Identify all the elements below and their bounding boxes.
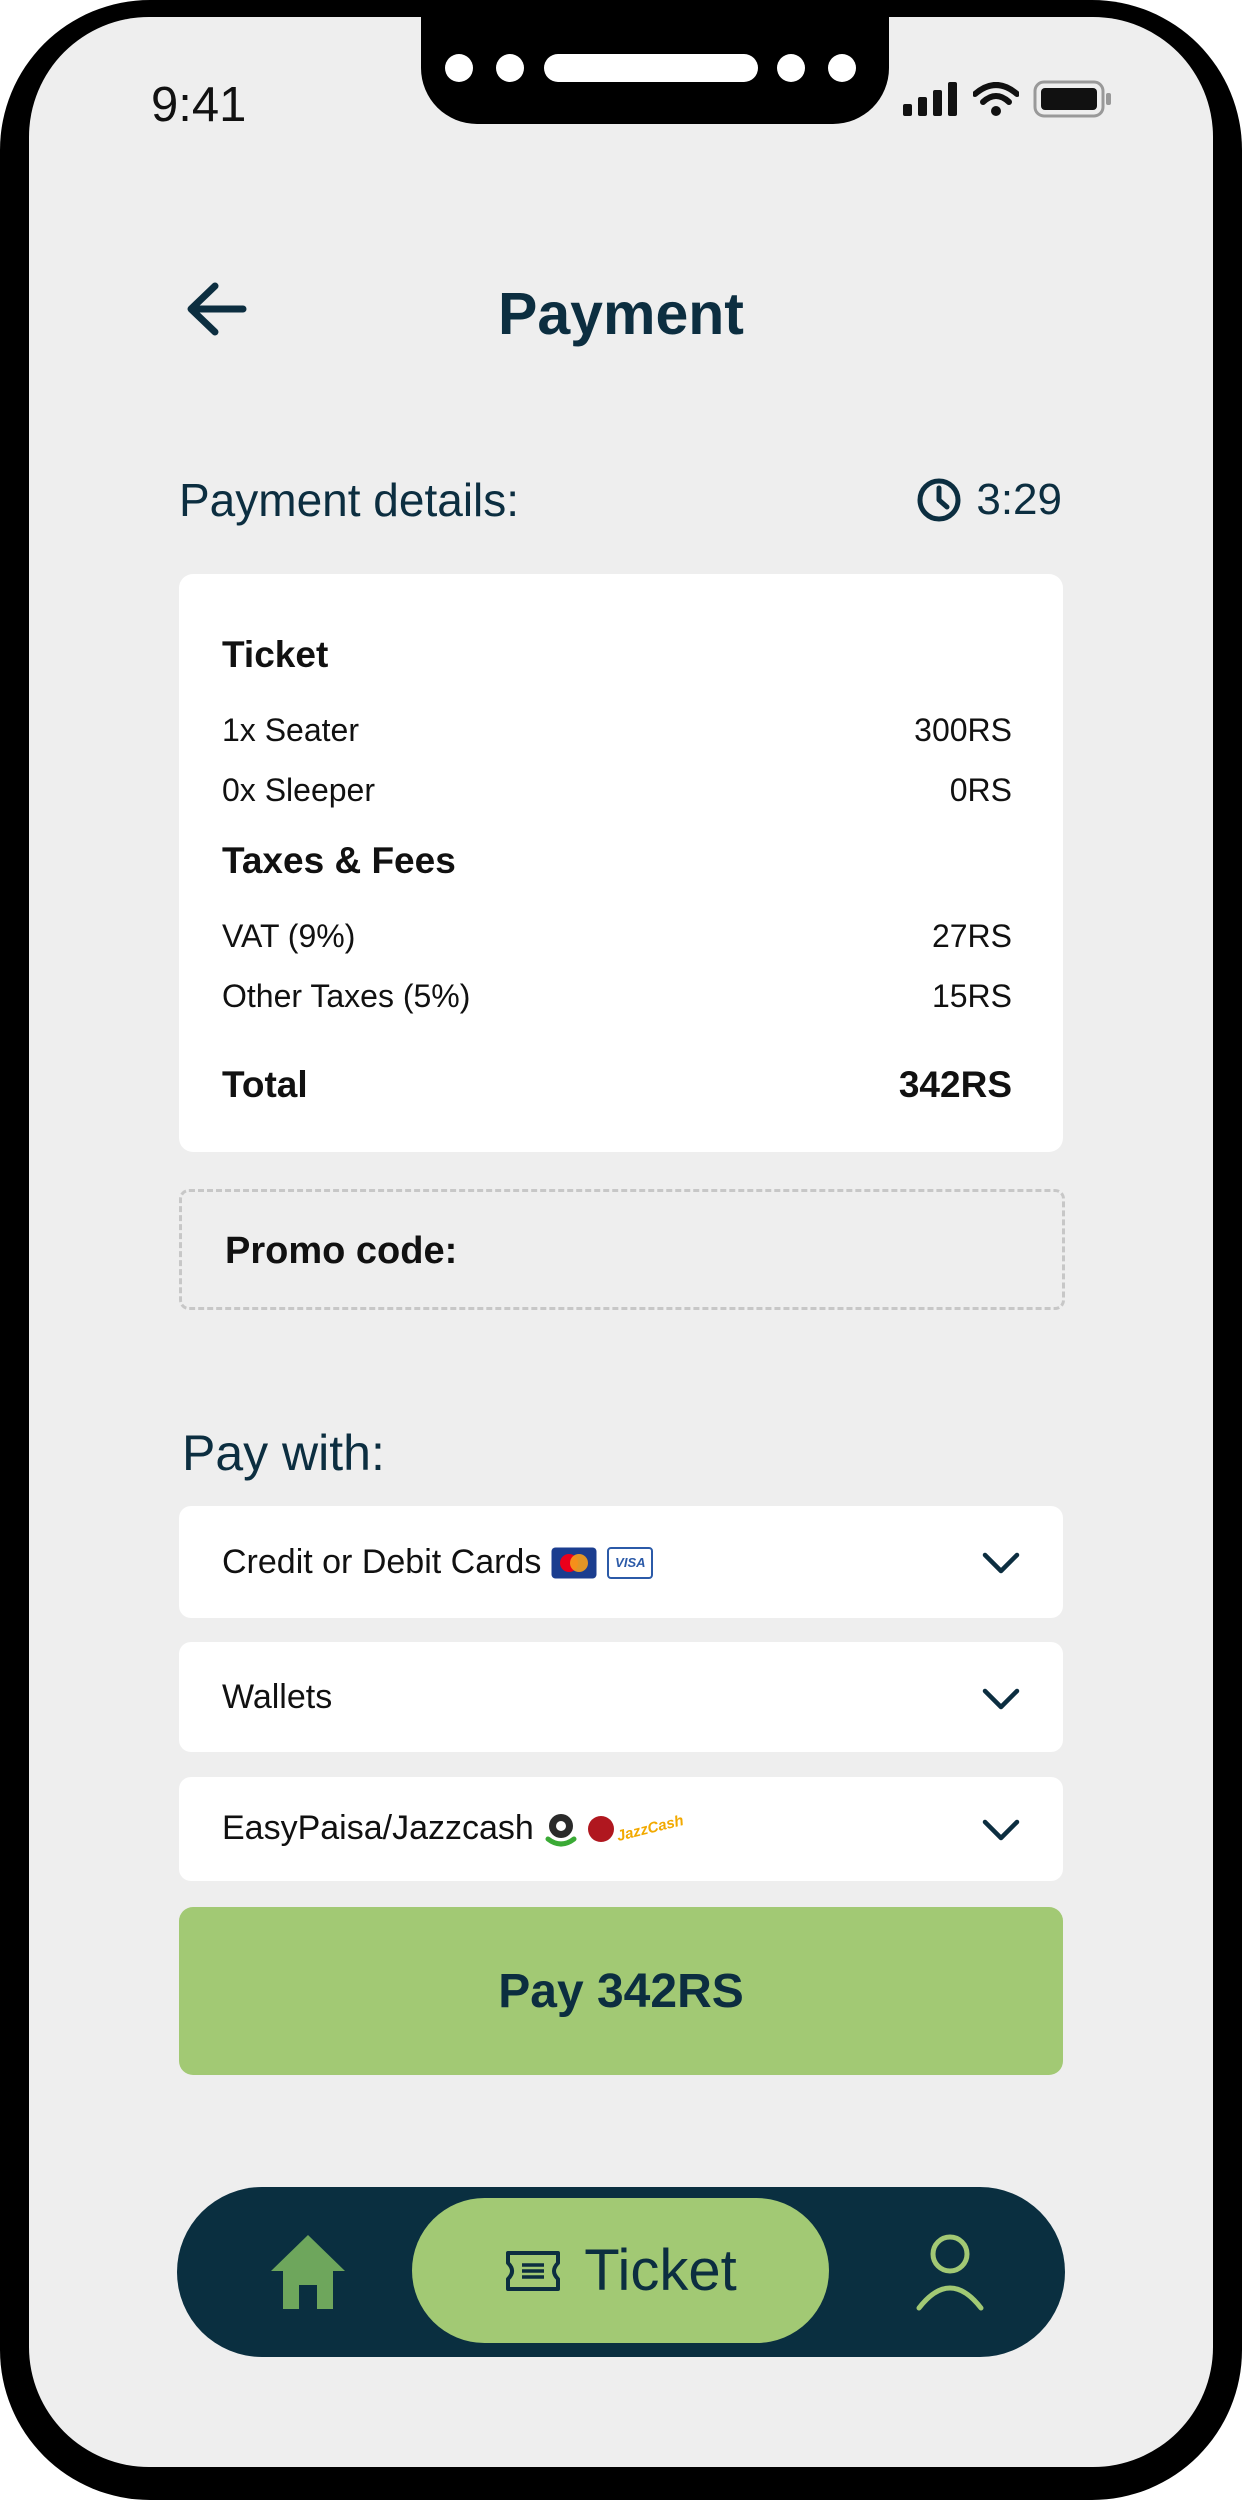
signal-icon: [903, 82, 957, 116]
notch: [421, 17, 889, 124]
jazzcash-logo-mark: [587, 1815, 614, 1842]
bottom-navigation: Ticket: [177, 2187, 1065, 2357]
summary-row-label: Other Taxes (5%): [222, 978, 471, 1014]
notch-dot: [777, 54, 805, 82]
countdown-timer: 3:29: [916, 475, 1062, 525]
summary-row-label: 1x Seater: [222, 712, 359, 748]
payment-method-wallets[interactable]: Wallets: [179, 1642, 1063, 1752]
nav-tab-ticket-label: Ticket: [584, 2238, 737, 2303]
jazzcash-icon: JazzCash: [587, 1812, 685, 1845]
easypaisa-icon: [545, 1813, 577, 1846]
pay-button[interactable]: Pay 342RS: [179, 1907, 1063, 2075]
ticket-icon: [506, 2250, 561, 2291]
screen: 9:41 Payment Payment details: 3:29 Ticke…: [29, 17, 1213, 2467]
home-icon[interactable]: [267, 2231, 349, 2313]
battery-icon: [1033, 80, 1111, 118]
promo-code-field[interactable]: Promo code:: [179, 1189, 1065, 1310]
payment-method-cards[interactable]: Credit or Debit Cards VISA: [179, 1506, 1063, 1618]
ticket-section-title: Ticket: [222, 634, 329, 675]
status-time: 9:41: [151, 78, 247, 132]
payment-method-label: Wallets: [222, 1678, 333, 1716]
summary-row-label: VAT (9%): [222, 918, 356, 954]
nav-tab-ticket[interactable]: Ticket: [412, 2198, 829, 2343]
pay-with-label: Pay with:: [182, 1425, 385, 1481]
pay-button-label: Pay 342RS: [498, 1964, 744, 2018]
notch-dot: [445, 54, 473, 82]
summary-row-label: 0x Sleeper: [222, 772, 375, 808]
jazzcash-logo-text: JazzCash: [614, 1811, 686, 1846]
promo-code-label: Promo code:: [225, 1230, 458, 1272]
clock-icon: [917, 478, 961, 522]
profile-icon[interactable]: [914, 2232, 986, 2312]
taxes-section-title: Taxes & Fees: [222, 840, 456, 881]
page-title: Payment: [498, 281, 744, 347]
visa-icon: VISA: [607, 1546, 654, 1579]
chevron-down-icon: [982, 1688, 1020, 1710]
summary-row-value: 15RS: [931, 978, 1012, 1014]
summary-row-value: 300RS: [914, 712, 1012, 748]
payment-method-label: EasyPaisa/Jazzcash: [222, 1809, 534, 1847]
payment-details-label: Payment details:: [179, 474, 520, 526]
payment-summary-card: Ticket 1x Seater 300RS 0x Sleeper 0RS Ta…: [179, 574, 1063, 1152]
total-value: 342RS: [898, 1064, 1012, 1105]
phone-frame: 9:41 Payment Payment details: 3:29 Ticke…: [0, 0, 1242, 2500]
total-label: Total: [222, 1064, 308, 1105]
notch-speaker: [544, 54, 758, 82]
notch-dot: [496, 54, 524, 82]
summary-row-value: 0RS: [949, 772, 1012, 808]
timer-value: 3:29: [976, 475, 1062, 524]
notch-dot: [828, 54, 856, 82]
summary-row-value: 27RS: [931, 918, 1012, 954]
chevron-down-icon: [982, 1819, 1020, 1841]
payment-method-label-row: Credit or Debit Cards VISA: [222, 1543, 654, 1582]
payment-method-easypaisa-jazzcash[interactable]: EasyPaisa/Jazzcash JazzCash: [179, 1777, 1063, 1881]
chevron-down-icon: [982, 1552, 1020, 1574]
wifi-icon: [973, 82, 1019, 116]
payment-method-label: Credit or Debit Cards: [222, 1543, 542, 1581]
mastercard-icon: [551, 1547, 597, 1578]
payment-method-label-row: EasyPaisa/Jazzcash JazzCash: [222, 1809, 685, 1848]
status-icons: [903, 80, 1113, 118]
payment-method-label-row: Wallets: [222, 1678, 332, 1717]
